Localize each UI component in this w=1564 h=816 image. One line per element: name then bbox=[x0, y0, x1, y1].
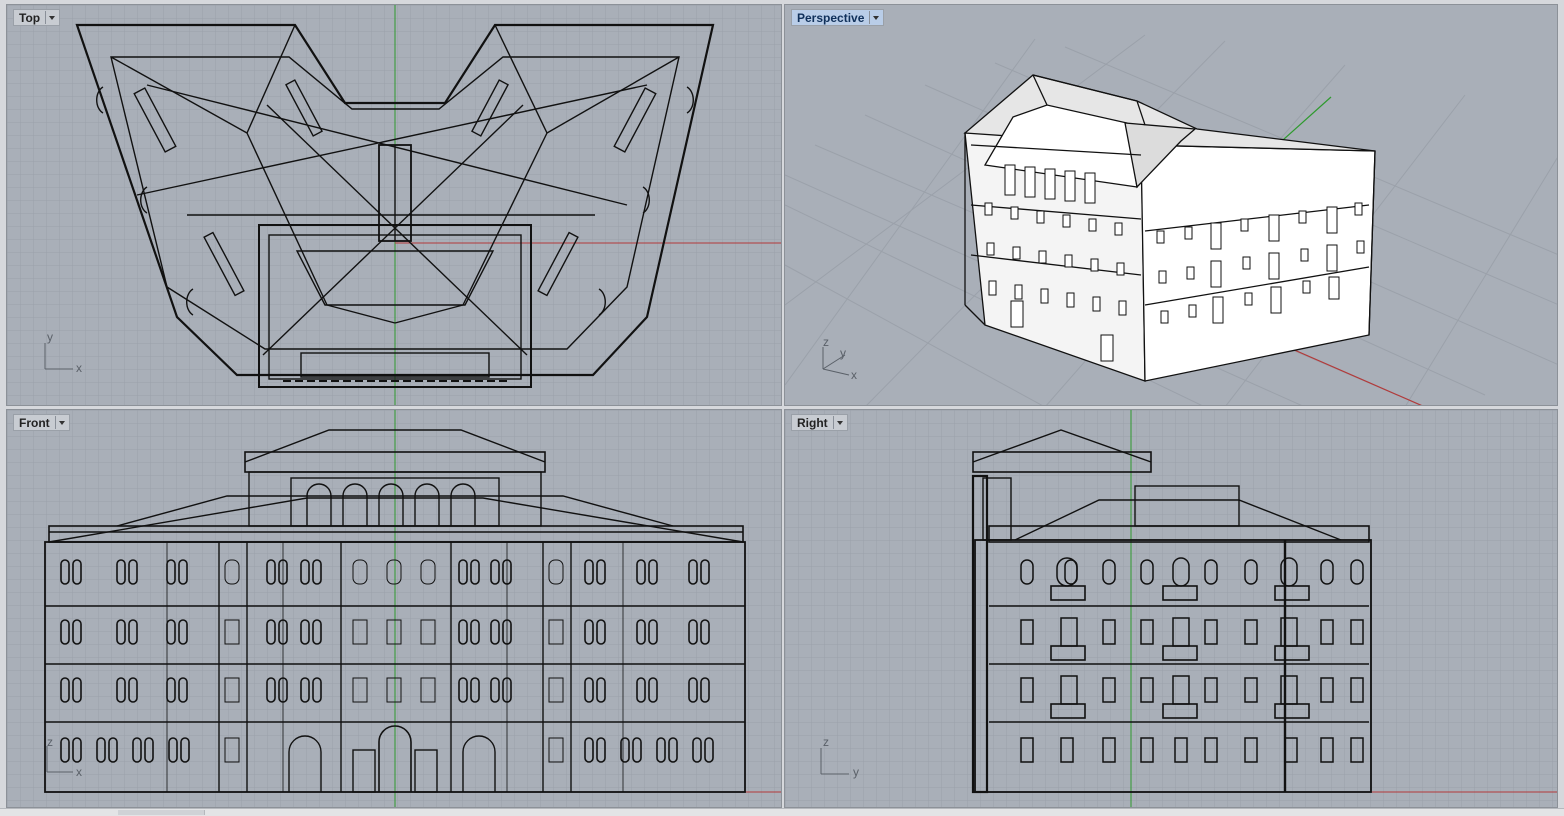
viewport-right[interactable]: z y Right bbox=[784, 409, 1558, 808]
chevron-down-icon[interactable] bbox=[45, 11, 57, 24]
viewport-perspective-tab[interactable]: Perspective bbox=[791, 9, 885, 26]
viewport-front-title: Front bbox=[19, 415, 50, 430]
viewport-front[interactable]: z x Front bbox=[6, 409, 782, 808]
viewport-tab[interactable] bbox=[118, 810, 205, 815]
viewport-perspective[interactable]: z y x Perspective bbox=[784, 4, 1558, 406]
perspective-canvas[interactable]: z y x bbox=[785, 5, 1558, 406]
viewport-top-title: Top bbox=[19, 10, 41, 25]
perspective-axis-label-a: z bbox=[823, 335, 829, 349]
front-canvas[interactable]: z x bbox=[7, 410, 782, 808]
chevron-down-icon[interactable] bbox=[832, 416, 845, 429]
viewport-right-title: Right bbox=[797, 415, 828, 430]
right-canvas[interactable]: z y bbox=[785, 410, 1558, 808]
viewport-right-tab[interactable]: Right bbox=[791, 414, 848, 431]
top-canvas[interactable]: y x bbox=[7, 5, 782, 406]
viewport-top-tab[interactable]: Top bbox=[13, 9, 61, 26]
top-axis-label-a: y bbox=[47, 330, 53, 344]
chevron-down-icon[interactable] bbox=[54, 416, 67, 429]
viewport-perspective-title: Perspective bbox=[797, 10, 865, 25]
right-axis-label-b: y bbox=[853, 765, 859, 779]
top-axis-label-b: x bbox=[76, 361, 82, 375]
viewport-front-tab[interactable]: Front bbox=[13, 414, 70, 431]
perspective-axis-label-b: y bbox=[840, 346, 846, 360]
right-axis-label-a: z bbox=[823, 735, 829, 749]
front-axis-label-a: z bbox=[47, 735, 53, 749]
front-axis-label-b: x bbox=[76, 765, 82, 779]
perspective-axis-label-c: x bbox=[851, 368, 857, 382]
chevron-down-icon[interactable] bbox=[869, 11, 881, 24]
viewport-top[interactable]: y x Top bbox=[6, 4, 782, 406]
